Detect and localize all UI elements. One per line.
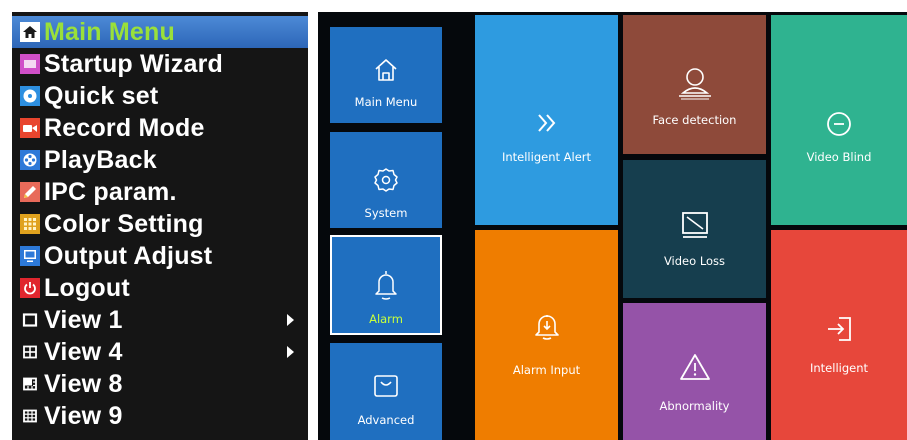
menu-item-view-8[interactable]: View 8 xyxy=(12,368,308,400)
nav-system-button[interactable]: System xyxy=(330,132,442,228)
nav-label: Main Menu xyxy=(354,95,418,109)
power-icon xyxy=(20,278,40,298)
tile-label: Intelligent xyxy=(809,361,869,375)
tile-label: Abnormality xyxy=(659,399,730,413)
warning-triangle-icon xyxy=(679,354,710,380)
intelligent-alert-tile[interactable]: Intelligent Alert xyxy=(475,15,618,225)
tile-label: Intelligent Alert xyxy=(501,150,592,164)
menu-item-label: Color Setting xyxy=(44,209,204,238)
menu-item-label: View 4 xyxy=(44,337,123,366)
menu-item-startup-wizard[interactable]: Startup Wizard xyxy=(12,48,308,80)
abnormality-tile[interactable]: Abnormality xyxy=(623,303,766,440)
menu-item-logout[interactable]: Logout xyxy=(12,272,308,304)
submenu-arrow-icon xyxy=(287,346,294,358)
tile-label: Alarm Input xyxy=(512,363,581,377)
double-chevron-right-icon xyxy=(537,114,555,132)
menu-item-label: Output Adjust xyxy=(44,241,213,270)
menu-item-label: View 8 xyxy=(44,369,123,398)
menu-item-playback[interactable]: PlayBack xyxy=(12,144,308,176)
menu-item-label: View 9 xyxy=(44,401,123,430)
menu-item-output-adjust[interactable]: Output Adjust xyxy=(12,240,308,272)
main-menu-panel: Main Menu System Alarm Advanced Intellig… xyxy=(318,12,907,440)
intelligent-tile[interactable]: Intelligent xyxy=(771,230,907,440)
alarm-input-tile[interactable]: Alarm Input xyxy=(475,230,618,440)
nav-label: Alarm xyxy=(369,312,403,326)
bag-icon xyxy=(374,375,398,397)
tile-label: Video Loss xyxy=(663,254,726,268)
single-view-icon xyxy=(20,310,40,330)
wizard-icon xyxy=(20,54,40,74)
menu-item-view-1[interactable]: View 1 xyxy=(12,304,308,336)
minus-circle-icon xyxy=(827,112,851,136)
menu-item-view-9[interactable]: View 9 xyxy=(12,400,308,432)
bell-icon xyxy=(375,271,397,300)
menu-item-label: IPC param. xyxy=(44,177,177,206)
menu-item-label: View 1 xyxy=(44,305,123,334)
nav-alarm-button[interactable]: Alarm xyxy=(330,235,442,335)
nav-advanced-button[interactable]: Advanced xyxy=(330,343,442,440)
film-reel-icon xyxy=(20,150,40,170)
menu-item-label: Main Menu xyxy=(44,17,175,46)
menu-item-label: Logout xyxy=(44,273,130,302)
menu-item-main-menu[interactable]: Main Menu xyxy=(12,16,308,48)
nine-view-icon xyxy=(20,406,40,426)
nav-label: System xyxy=(364,206,408,220)
menu-item-label: Quick set xyxy=(44,81,159,110)
video-loss-icon xyxy=(681,212,708,238)
monitor-icon xyxy=(20,246,40,266)
eight-view-icon xyxy=(20,374,40,394)
tile-label: Video Blind xyxy=(806,150,872,164)
menu-item-label: PlayBack xyxy=(44,145,157,174)
menu-item-color-setting[interactable]: Color Setting xyxy=(12,208,308,240)
quad-view-icon xyxy=(20,342,40,362)
disc-icon xyxy=(20,86,40,106)
menu-item-label: Record Mode xyxy=(44,113,205,142)
menu-item-quick-set[interactable]: Quick set xyxy=(12,80,308,112)
menu-item-label: Startup Wizard xyxy=(44,49,223,78)
gear-icon xyxy=(374,168,398,192)
video-loss-tile[interactable]: Video Loss xyxy=(623,160,766,298)
context-menu: Main Menu Startup Wizard Quick set Recor… xyxy=(12,12,308,440)
home-icon xyxy=(375,59,397,81)
video-blind-tile[interactable]: Video Blind xyxy=(771,15,907,225)
camera-icon xyxy=(20,118,40,138)
pencil-icon xyxy=(20,182,40,202)
grid-icon xyxy=(20,214,40,234)
alarm-input-icon xyxy=(534,315,559,340)
menu-item-record-mode[interactable]: Record Mode xyxy=(12,112,308,144)
face-detection-tile[interactable]: Face detection xyxy=(623,15,766,154)
nav-main-menu-button[interactable]: Main Menu xyxy=(330,27,442,123)
menu-item-view-4[interactable]: View 4 xyxy=(12,336,308,368)
enter-arrow-icon xyxy=(828,317,851,341)
menu-item-ipc-param[interactable]: IPC param. xyxy=(12,176,308,208)
submenu-arrow-icon xyxy=(287,314,294,326)
tile-label: Face detection xyxy=(652,113,737,127)
face-detection-icon xyxy=(678,68,711,100)
home-icon xyxy=(20,22,40,42)
nav-label: Advanced xyxy=(357,413,415,427)
